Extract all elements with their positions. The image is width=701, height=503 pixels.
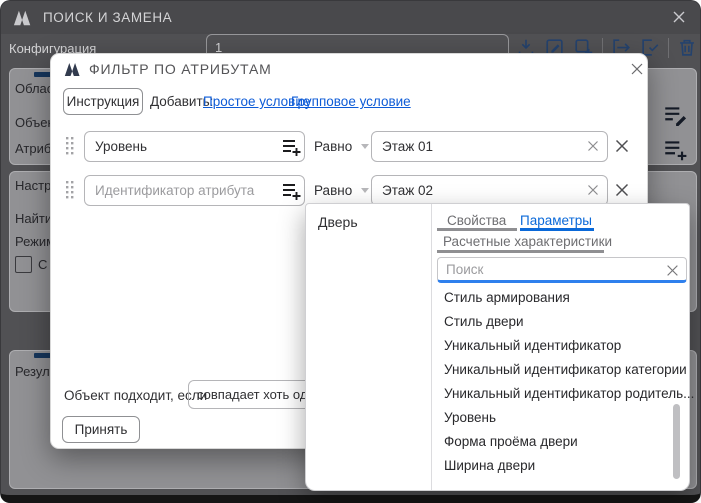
list-item[interactable]: Форма проёма двери	[306, 430, 689, 454]
category-item-door[interactable]: Дверь	[318, 214, 358, 230]
condition-value-input[interactable]	[371, 175, 608, 206]
group-condition-link[interactable]: Групповое условие	[291, 94, 411, 109]
dialog-close-icon[interactable]	[629, 61, 645, 77]
operator-value: Равно	[314, 139, 353, 154]
dialog-title: ФИЛЬТР ПО АТРИБУТАМ	[89, 61, 272, 77]
condition-value-input[interactable]	[371, 131, 608, 162]
attribute-picker-panel: Дверь Свойства Параметры Расчетные харак…	[305, 203, 694, 491]
attribute-name-input[interactable]	[84, 175, 305, 206]
search-input[interactable]	[438, 258, 686, 280]
find-label: Найти	[15, 211, 53, 226]
chevron-down-icon	[361, 188, 370, 193]
instruction-button[interactable]: Инструкция	[63, 88, 143, 115]
operator-value: Равно	[314, 183, 353, 198]
list-item[interactable]: Уникальный идентификатор родитель...	[306, 382, 694, 406]
operator-select[interactable]: Равно	[314, 175, 370, 206]
operator-select[interactable]: Равно	[314, 131, 370, 162]
drag-handle-icon[interactable]	[65, 136, 75, 158]
app-logo-icon	[13, 10, 31, 25]
tab-properties[interactable]: Свойства	[447, 213, 506, 228]
match-condition-label: Объект подходит, если	[64, 388, 208, 403]
chevron-down-icon	[361, 144, 370, 149]
window-titlebar: ПОИСК И ЗАМЕНА	[1, 1, 700, 34]
scrollbar-thumb[interactable]	[673, 404, 680, 479]
condition-row: Равно	[51, 175, 647, 206]
list-item[interactable]: Уникальный идентификатор категории	[306, 358, 689, 382]
window-title: ПОИСК И ЗАМЕНА	[43, 10, 173, 25]
condition-row: Равно	[51, 131, 647, 162]
tab-underline-active	[520, 228, 594, 231]
tab-parameters[interactable]: Параметры	[520, 213, 592, 228]
checkbox-label: С	[38, 257, 48, 272]
attribute-list: Стиль армирования Стиль двери Уникальный…	[306, 286, 694, 478]
tab-underline-inactive	[437, 228, 517, 231]
list-item[interactable]: Стиль армирования	[306, 286, 689, 310]
clear-value-icon[interactable]	[587, 184, 599, 196]
settings-checkbox[interactable]	[15, 256, 32, 273]
list-item[interactable]: Уникальный идентификатор	[306, 334, 689, 358]
value-field-wrap	[371, 175, 608, 206]
list-item[interactable]: Уровень	[306, 406, 689, 430]
dialog-logo-icon	[64, 62, 80, 77]
tab-calculated-characteristics[interactable]: Расчетные характеристики	[443, 234, 612, 249]
delete-icon[interactable]	[676, 37, 698, 59]
picker-search-box	[437, 257, 687, 283]
delete-row-icon[interactable]	[614, 182, 630, 198]
value-field-wrap	[371, 131, 608, 162]
attribute-picker-icon[interactable]	[281, 137, 301, 157]
toolbar-separator	[668, 38, 669, 58]
list-plus-icon[interactable]	[662, 137, 688, 163]
list-item[interactable]: Ширина двери	[306, 454, 689, 478]
clear-value-icon[interactable]	[587, 140, 599, 152]
attribute-picker-icon[interactable]	[281, 181, 301, 201]
clear-search-icon[interactable]	[666, 264, 679, 277]
attribute-name-input[interactable]	[84, 131, 305, 162]
delete-row-icon[interactable]	[614, 138, 630, 154]
accept-button[interactable]: Принять	[62, 416, 140, 443]
screenshot-stage: ПОИСК И ЗАМЕНА Конфигурация 1 Область Об…	[0, 0, 701, 503]
drag-handle-icon[interactable]	[65, 180, 75, 202]
list-edit-icon[interactable]	[662, 103, 688, 129]
subtab-underline	[437, 250, 604, 253]
window-close-icon[interactable]	[671, 9, 687, 25]
list-item[interactable]: Стиль двери	[306, 310, 689, 334]
